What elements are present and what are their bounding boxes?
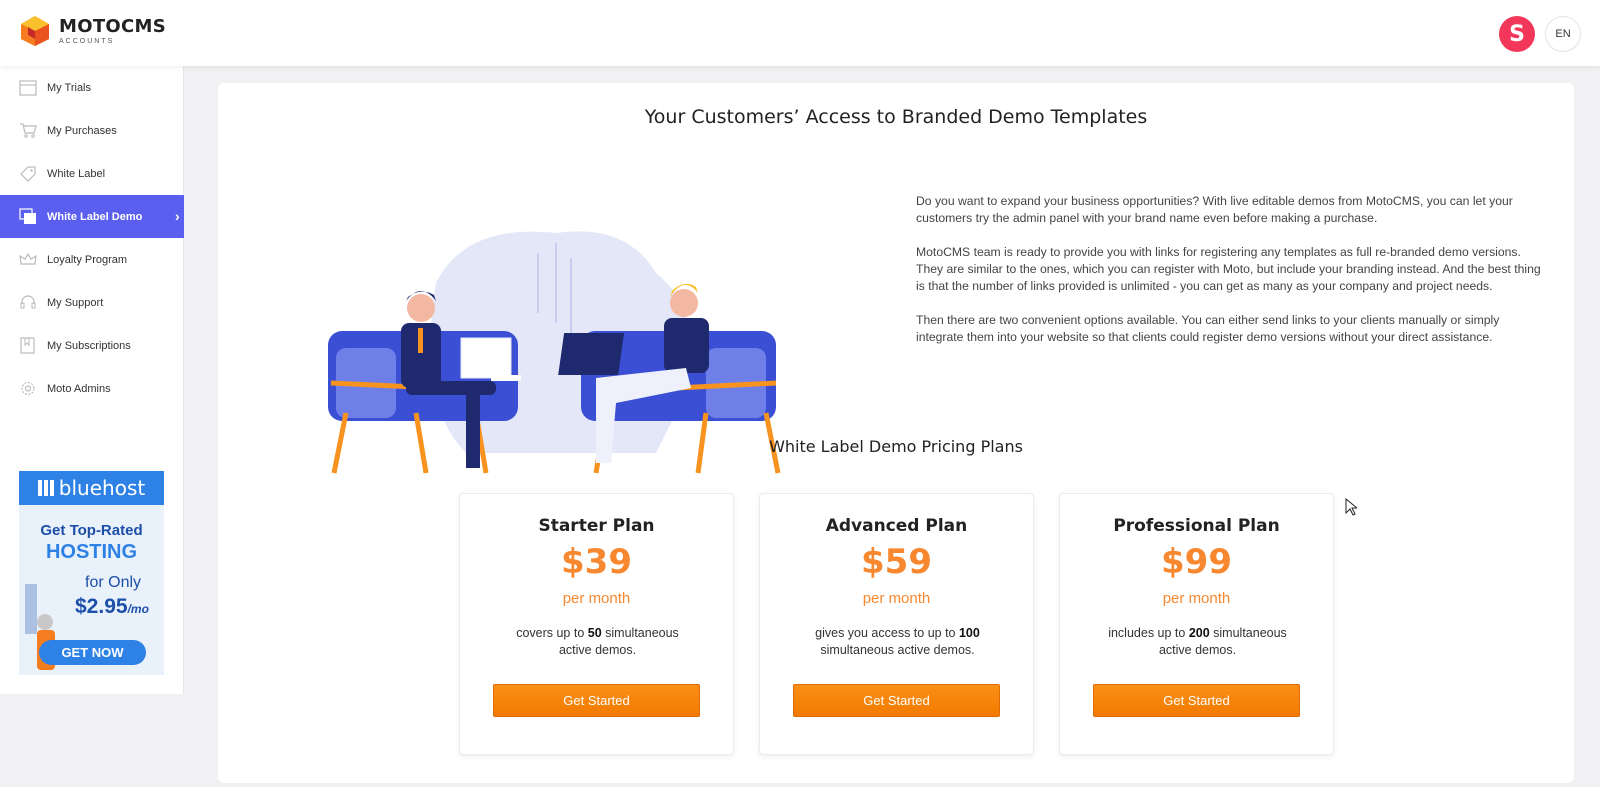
plan-card-starter: Starter Plan $39 per month covers up to …	[459, 493, 734, 755]
language-selector[interactable]: EN	[1545, 16, 1581, 52]
cart-icon	[20, 123, 37, 138]
ad-brand-name: bluehost	[58, 476, 146, 500]
plan-name: Starter Plan	[538, 516, 655, 536]
bluehost-ad-banner[interactable]: bluehost Get Top-Rated HOSTING for Only …	[19, 471, 164, 675]
description-paragraph: Then there are two convenient options av…	[916, 313, 1500, 344]
plan-desc-count: 200	[1188, 626, 1210, 640]
tag-icon	[20, 166, 36, 182]
ad-brand: bluehost	[19, 471, 164, 505]
sidebar-item-my-support[interactable]: My Support	[0, 281, 184, 324]
main-content-card: Your Customers’ Access to Branded Demo T…	[218, 83, 1574, 783]
logo-subtitle: ACCOUNTS	[59, 37, 115, 45]
sidebar-item-label: My Subscriptions	[47, 339, 131, 352]
bookmark-icon	[20, 337, 35, 354]
ad-get-now-button[interactable]: GET NOW	[39, 640, 146, 665]
sidebar-item-label: White Label Demo	[47, 210, 143, 223]
plan-desc-text: gives you access to up to	[815, 626, 959, 640]
sidebar-item-label: White Label	[47, 167, 106, 180]
pricing-title: White Label Demo Pricing Plans	[769, 437, 1023, 456]
plan-period: per month	[862, 590, 931, 607]
sidebar-item-label: Loyalty Program	[47, 253, 128, 266]
get-started-button[interactable]: Get Started	[1093, 684, 1300, 717]
description: Do you want to expand your business oppo…	[916, 193, 1546, 363]
sidebar-item-label: Moto Admins	[47, 382, 111, 395]
plan-price: $39	[561, 542, 632, 582]
sidebar-item-my-subscriptions[interactable]: My Subscriptions	[0, 324, 184, 367]
plan-name: Advanced Plan	[825, 516, 968, 536]
get-started-button[interactable]: Get Started	[493, 684, 700, 717]
plan-price: $59	[861, 542, 932, 582]
description-paragraph: Do you want to expand your business oppo…	[916, 194, 1513, 225]
crown-icon	[19, 252, 37, 265]
sidebar-item-white-label-demo[interactable]: White Label Demo ›	[0, 195, 184, 238]
plan-description: gives you access to up to 100 simultaneo…	[800, 625, 995, 659]
plan-description: includes up to 200 simultaneous active d…	[1100, 625, 1295, 659]
logo-cube-icon	[21, 16, 49, 46]
plan-desc-count: 100	[958, 626, 980, 640]
get-started-button[interactable]: Get Started	[793, 684, 1000, 717]
logo-name: MOTOCMS	[59, 15, 166, 37]
sidebar-item-moto-admins[interactable]: Moto Admins	[0, 367, 184, 410]
plan-desc-count: 50	[587, 626, 602, 640]
sidebar-item-loyalty-program[interactable]: Loyalty Program	[0, 238, 184, 281]
plan-period: per month	[1162, 590, 1231, 607]
sidebar-item-white-label[interactable]: White Label	[0, 152, 184, 195]
sidebar-item-label: My Support	[47, 296, 104, 309]
motocms-logo[interactable]: MOTOCMS ACCOUNTS	[19, 15, 166, 47]
plan-description: covers up to 50 simultaneous active demo…	[500, 625, 695, 659]
chevron-right-icon: ›	[175, 208, 180, 224]
plan-desc-text: covers up to	[516, 626, 588, 640]
ad-for-only: for Only	[85, 574, 142, 591]
windows-icon	[19, 208, 36, 224]
plan-price: $99	[1161, 542, 1232, 582]
headset-icon	[20, 295, 36, 309]
calendar-icon	[19, 80, 37, 96]
description-paragraph: MotoCMS team is ready to provide you wit…	[916, 245, 1541, 293]
people-working-illustration	[328, 231, 781, 474]
ad-headline: Get Top-Rated	[40, 522, 143, 539]
gear-icon	[21, 381, 35, 396]
sidebar-item-label: My Trials	[47, 81, 91, 94]
sidebar-item-my-trials[interactable]: My Trials	[0, 66, 184, 109]
plan-period: per month	[562, 590, 631, 607]
plan-desc-text: includes up to	[1108, 626, 1189, 640]
ad-price: $2.95/mo	[75, 595, 149, 619]
ad-hosting: HOSTING	[45, 541, 138, 563]
sidebar-item-my-purchases[interactable]: My Purchases	[0, 109, 184, 152]
plan-card-professional: Professional Plan $99 per month includes…	[1059, 493, 1334, 755]
sidebar-item-label: My Purchases	[47, 124, 117, 137]
plan-card-advanced: Advanced Plan $59 per month gives you ac…	[759, 493, 1034, 755]
user-avatar[interactable]: S	[1499, 16, 1535, 52]
plan-desc-text: simultaneous active demos.	[820, 643, 975, 657]
ad-price-unit: /mo	[127, 602, 149, 616]
top-bar: MOTOCMS ACCOUNTS S EN	[0, 0, 1600, 66]
bluehost-grid-icon	[37, 480, 54, 496]
page-title: Your Customers’ Access to Branded Demo T…	[644, 106, 1148, 128]
mouse-cursor-icon	[1345, 498, 1357, 516]
plan-name: Professional Plan	[1113, 516, 1280, 536]
ad-price-value: $2.95	[75, 595, 128, 618]
